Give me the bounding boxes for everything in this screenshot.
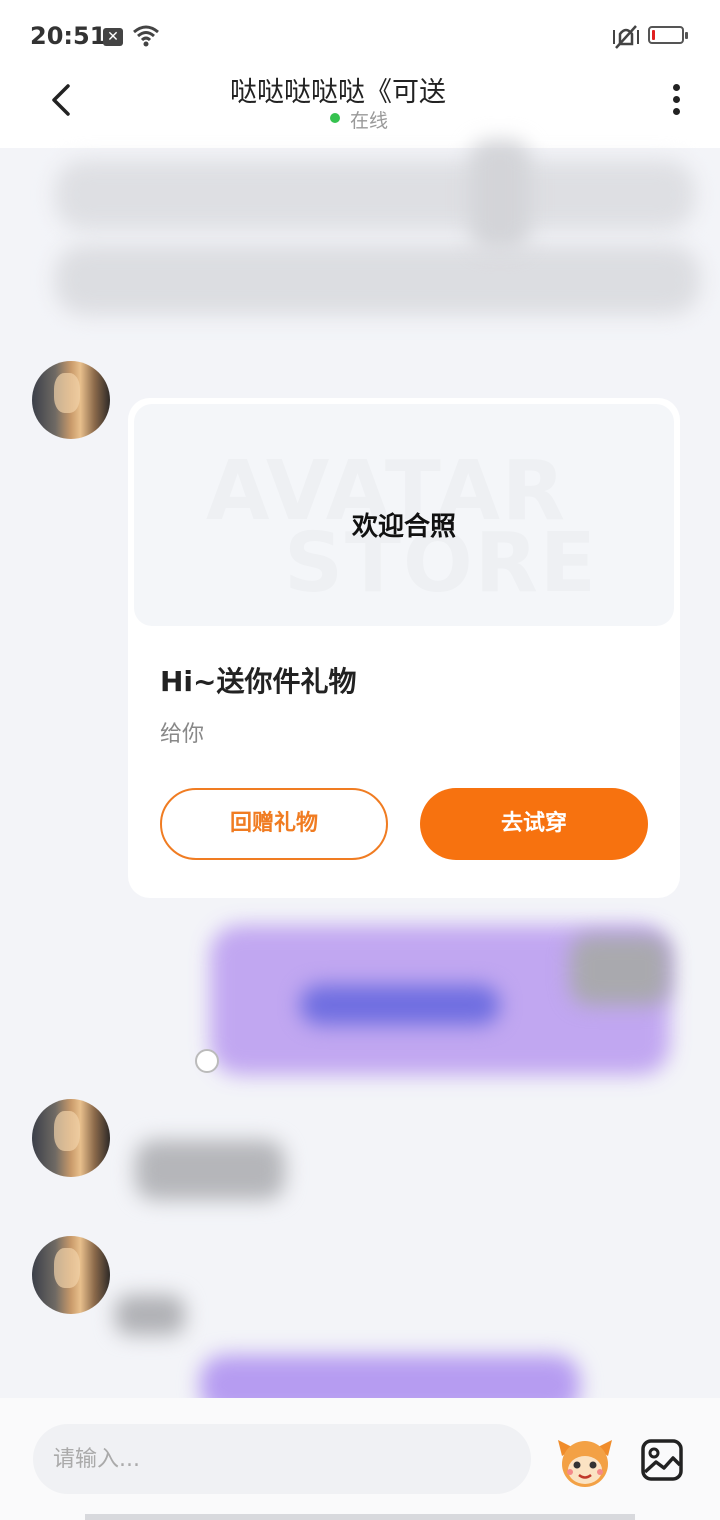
banner-text: 欢迎合照 xyxy=(351,512,456,542)
more-icon[interactable] xyxy=(668,84,684,120)
back-icon[interactable] xyxy=(44,82,80,118)
status-time: 20:51 xyxy=(30,22,107,50)
online-status-dot xyxy=(330,113,340,123)
avatar[interactable] xyxy=(32,361,110,439)
blurred-message xyxy=(135,1140,285,1200)
blurred-message xyxy=(55,160,695,230)
blurred-message xyxy=(115,1295,185,1335)
battery-level xyxy=(652,30,655,40)
blurred-message xyxy=(55,245,700,315)
gift-card: AVATAR STORE 欢迎合照 Hi~送你件礼物 给你 回赠礼物 去试穿 xyxy=(128,398,680,898)
image-icon[interactable] xyxy=(640,1438,684,1482)
gift-message: 给你 xyxy=(160,722,205,747)
return-gift-button[interactable]: 回赠礼物 xyxy=(160,788,388,860)
gift-title: Hi~送你件礼物 xyxy=(160,665,357,698)
blurred-message xyxy=(300,985,500,1025)
navigation-hint xyxy=(85,1514,635,1520)
avatar[interactable] xyxy=(32,1099,110,1177)
avatar[interactable] xyxy=(32,1236,110,1314)
battery-icon xyxy=(648,26,688,44)
vibrate-icon xyxy=(613,25,639,49)
chat-title: 哒哒哒哒哒《可送 xyxy=(230,77,446,108)
online-status-text: 在线 xyxy=(350,110,389,132)
blurred-message xyxy=(470,140,530,250)
mascot-icon[interactable] xyxy=(556,1432,614,1490)
try-on-button[interactable]: 去试穿 xyxy=(420,788,648,860)
blurred-message xyxy=(570,935,670,1005)
read-status-icon xyxy=(195,1049,219,1073)
notification-icon: ✕ xyxy=(103,28,123,46)
gift-banner: AVATAR STORE 欢迎合照 xyxy=(134,404,674,626)
wifi-icon xyxy=(133,25,159,47)
message-input[interactable] xyxy=(33,1424,531,1494)
